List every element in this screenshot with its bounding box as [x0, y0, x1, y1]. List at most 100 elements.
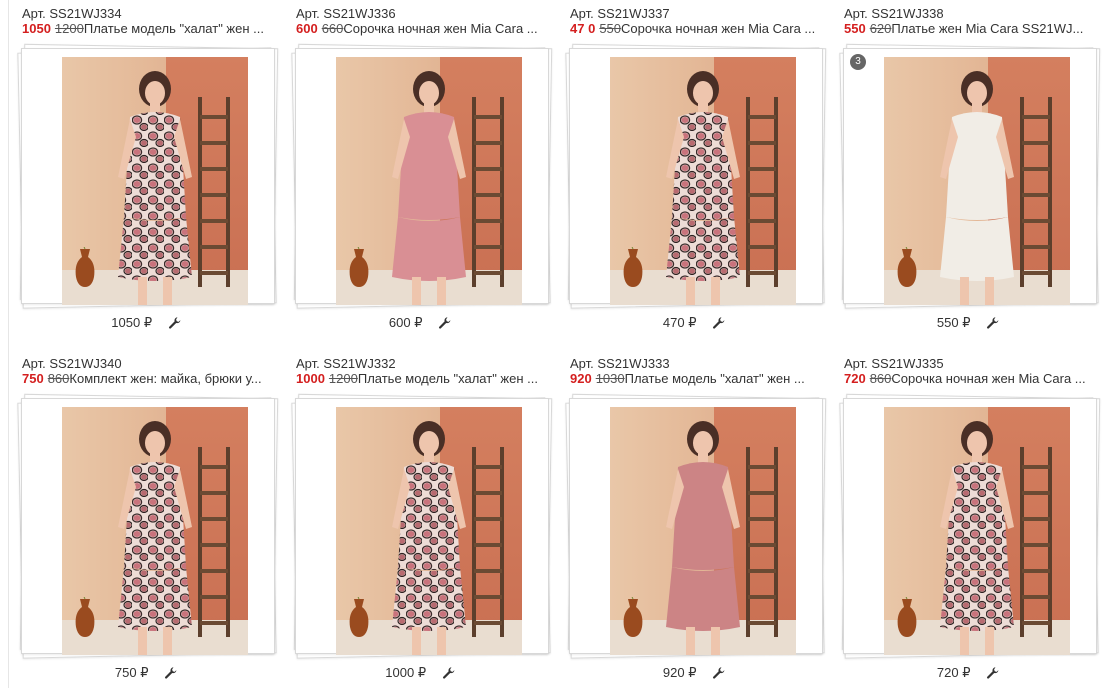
product-image-stack[interactable]: 3	[839, 43, 1101, 309]
card-footer: 920 ₽	[558, 664, 831, 684]
product-image-stack[interactable]	[17, 393, 279, 659]
product-photo[interactable]	[610, 57, 796, 305]
footer-price: 1050 ₽	[111, 314, 153, 330]
price-new: 920	[570, 371, 592, 386]
model-figure	[666, 421, 740, 655]
price-old: 550	[599, 21, 622, 36]
vase-decor	[623, 597, 643, 637]
product-card[interactable]: Арт. SS21WJ338 550 620Платье жен Mia Cara…	[832, 0, 1105, 340]
footer-price: 1000 ₽	[385, 664, 427, 680]
wrench-icon[interactable]	[438, 316, 452, 330]
price-old: 660	[321, 21, 344, 36]
product-photo[interactable]	[610, 407, 796, 655]
model-figure	[118, 71, 192, 305]
article-number: Арт. SS21WJ337	[570, 6, 670, 21]
product-card[interactable]: Арт. SS21WJ335 720 860Сорочка ночная жен …	[832, 350, 1105, 690]
article-number: Арт. SS21WJ335	[844, 356, 944, 371]
product-image-stack[interactable]	[17, 43, 279, 309]
product-line[interactable]: 1000 1200Платье модель "халат" жен ...	[296, 371, 548, 386]
product-card[interactable]: Арт. SS21WJ337 47 0 550Сорочка ночная жен…	[558, 0, 831, 340]
product-title: Сорочка ночная жен Mia Cara ...	[621, 21, 816, 36]
card-footer: 1050 ₽	[10, 314, 283, 334]
price-old: 1030	[595, 371, 625, 386]
article-number: Арт. SS21WJ333	[570, 356, 670, 371]
price-old: 860	[869, 371, 892, 386]
product-card[interactable]: Арт. SS21WJ333 920 1030Платье модель "хал…	[558, 350, 831, 690]
product-title: Сорочка ночная жен Mia Cara ...	[891, 371, 1086, 386]
image-sheet	[295, 398, 549, 655]
model-figure	[392, 421, 466, 655]
product-line[interactable]: 47 0 550Сорочка ночная жен Mia Cara ...	[570, 21, 822, 36]
wrench-icon[interactable]	[164, 666, 178, 680]
product-photo[interactable]	[884, 57, 1070, 305]
product-title: Платье модель "халат" жен ...	[83, 21, 264, 36]
wrench-icon[interactable]	[712, 316, 726, 330]
footer-price: 470 ₽	[662, 314, 697, 330]
vase-decor	[897, 597, 917, 637]
footer-price: 720 ₽	[936, 664, 971, 680]
product-photo[interactable]	[62, 57, 248, 305]
price-old: 1200	[54, 21, 84, 36]
vase-decor	[623, 247, 643, 287]
card-footer: 550 ₽	[832, 314, 1105, 334]
image-sheet	[21, 48, 275, 305]
model-figure	[392, 71, 466, 305]
product-title: Платье модель "халат" жен ...	[357, 371, 538, 386]
image-sheet	[569, 398, 823, 655]
wrench-icon[interactable]	[986, 316, 1000, 330]
wrench-icon[interactable]	[442, 666, 456, 680]
vase-decor	[349, 597, 369, 637]
product-grid: Арт. SS21WJ334 1050 1200Платье модель "ха…	[10, 0, 1106, 688]
product-card[interactable]: Арт. SS21WJ340 750 860Комплект жен: майка…	[10, 350, 283, 690]
wrench-icon[interactable]	[712, 666, 726, 680]
vase-decor	[75, 247, 95, 287]
price-new: 47 0	[570, 21, 596, 36]
image-sheet	[843, 48, 1097, 305]
price-old: 1200	[328, 371, 358, 386]
footer-price: 550 ₽	[936, 314, 971, 330]
product-line[interactable]: 920 1030Платье модель "халат" жен ...	[570, 371, 822, 386]
product-line[interactable]: 1050 1200Платье модель "халат" жен ...	[22, 21, 274, 36]
wrench-icon[interactable]	[168, 316, 182, 330]
article-number: Арт. SS21WJ336	[296, 6, 396, 21]
product-image-stack[interactable]	[291, 393, 553, 659]
vase-decor	[897, 247, 917, 287]
price-old: 860	[47, 371, 70, 386]
product-photo[interactable]	[62, 407, 248, 655]
product-card[interactable]: Арт. SS21WJ336 600 660Сорочка ночная жен …	[284, 0, 557, 340]
product-image-stack[interactable]	[839, 393, 1101, 659]
price-new: 1050	[22, 21, 51, 36]
image-count-badge: 3	[850, 54, 866, 70]
price-new: 550	[844, 21, 866, 36]
product-line[interactable]: 720 860Сорочка ночная жен Mia Cara ...	[844, 371, 1096, 386]
product-line[interactable]: 550 620Платье жен Mia Cara SS21WJ...	[844, 21, 1096, 36]
product-card[interactable]: Арт. SS21WJ332 1000 1200Платье модель "ха…	[284, 350, 557, 690]
price-new: 720	[844, 371, 866, 386]
article-number: Арт. SS21WJ334	[22, 6, 122, 21]
card-footer: 720 ₽	[832, 664, 1105, 684]
article-number: Арт. SS21WJ340	[22, 356, 122, 371]
product-image-stack[interactable]	[291, 43, 553, 309]
wrench-icon[interactable]	[986, 666, 1000, 680]
card-footer: 750 ₽	[10, 664, 283, 684]
card-footer: 470 ₽	[558, 314, 831, 334]
price-new: 750	[22, 371, 44, 386]
product-photo[interactable]	[884, 407, 1070, 655]
product-title: Комплект жен: майка, брюки у...	[69, 371, 262, 386]
card-footer: 1000 ₽	[284, 664, 557, 684]
product-card[interactable]: Арт. SS21WJ334 1050 1200Платье модель "ха…	[10, 0, 283, 340]
image-sheet	[569, 48, 823, 305]
model-figure	[118, 421, 192, 655]
product-photo[interactable]	[336, 57, 522, 305]
product-title: Сорочка ночная жен Mia Cara ...	[343, 21, 538, 36]
left-divider	[8, 0, 9, 688]
product-line[interactable]: 750 860Комплект жен: майка, брюки у...	[22, 371, 274, 386]
footer-price: 600 ₽	[388, 314, 423, 330]
product-line[interactable]: 600 660Сорочка ночная жен Mia Cara ...	[296, 21, 548, 36]
image-sheet	[21, 398, 275, 655]
product-image-stack[interactable]	[565, 43, 827, 309]
product-photo[interactable]	[336, 407, 522, 655]
vase-decor	[349, 247, 369, 287]
product-image-stack[interactable]	[565, 393, 827, 659]
vase-decor	[75, 597, 95, 637]
